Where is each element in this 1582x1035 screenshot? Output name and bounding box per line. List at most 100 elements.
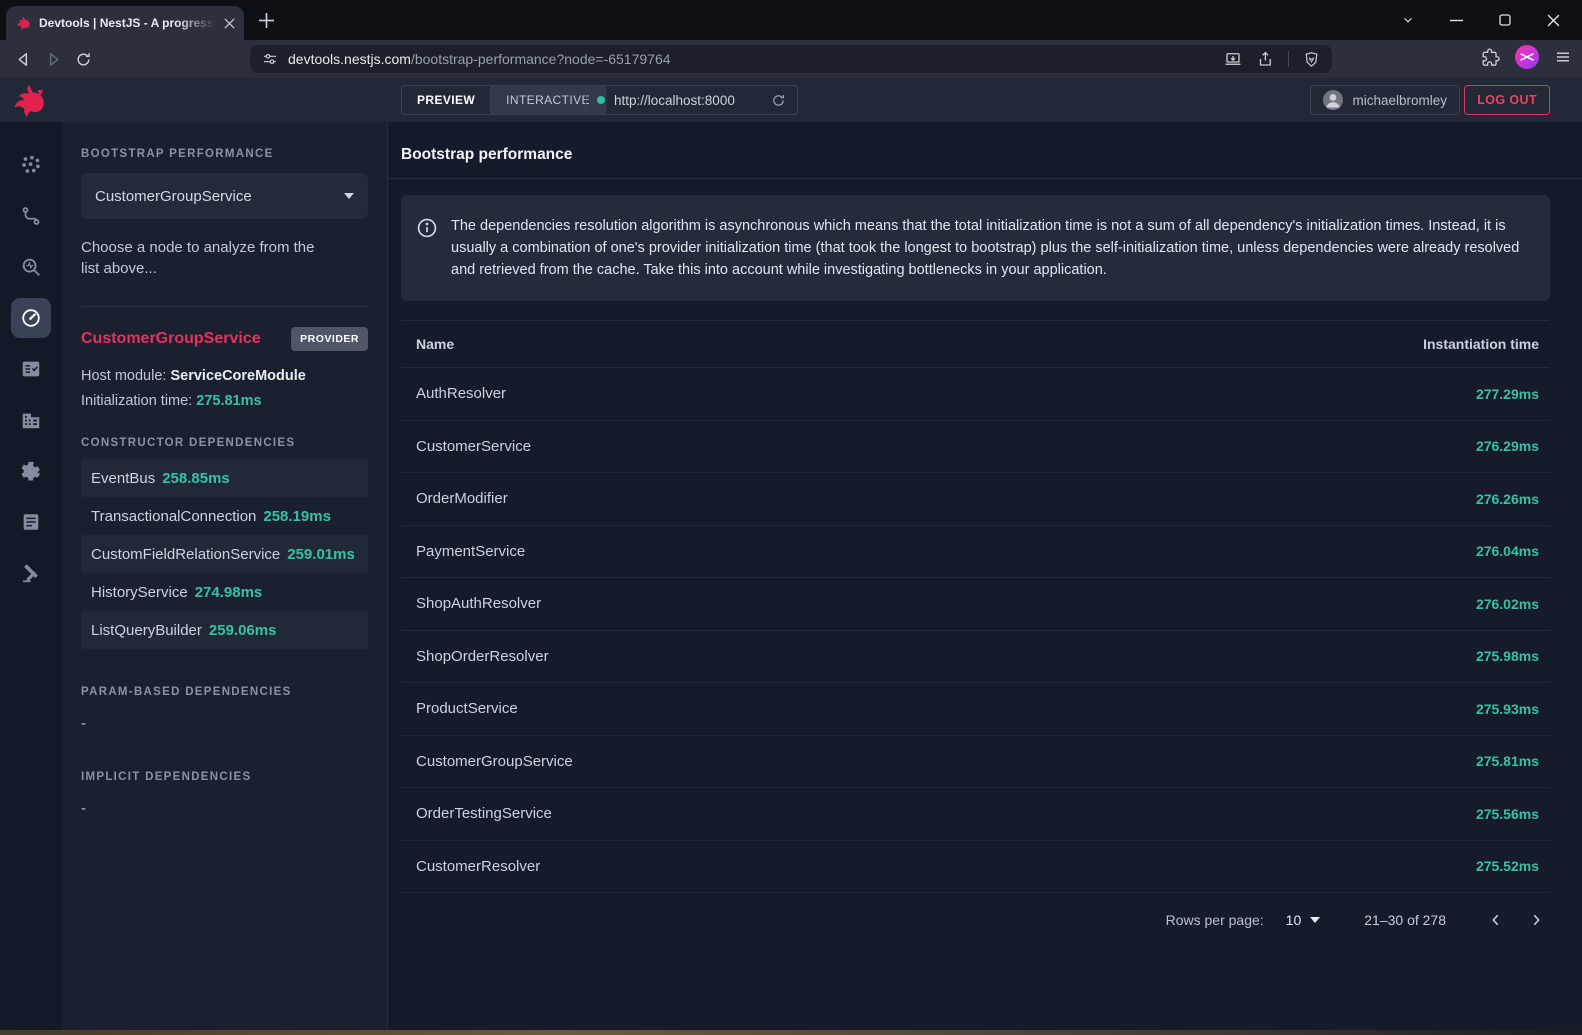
info-text: The dependencies resolution algorithm is… (451, 215, 1530, 281)
row-time: 276.04ms (1476, 543, 1539, 559)
row-time: 275.81ms (1476, 753, 1539, 769)
username: michaelbromley (1352, 93, 1447, 108)
back-button[interactable] (8, 44, 38, 74)
rows-per-page-select[interactable]: 10 (1286, 912, 1321, 928)
graph-nodes-icon (20, 154, 42, 176)
nestjs-logo (10, 82, 47, 119)
dependency-item[interactable]: ListQueryBuilder 259.06ms (81, 611, 368, 649)
toolbar-separator (1288, 51, 1289, 67)
provider-badge: PROVIDER (291, 327, 368, 351)
nestjs-favicon (15, 15, 31, 31)
url-domain: devtools.nestjs.com (288, 51, 411, 67)
dependency-item[interactable]: EventBus 258.85ms (81, 459, 368, 497)
chevron-down-icon (344, 193, 354, 199)
preview-tab[interactable]: PREVIEW (402, 86, 490, 114)
reload-button[interactable] (68, 44, 98, 74)
target-url-value: http://localhost:8000 (614, 93, 735, 108)
row-name: CustomerGroupService (416, 753, 573, 770)
address-bar[interactable]: devtools.nestjs.com/bootstrap-performanc… (250, 45, 1332, 73)
sidebar-item-settings[interactable] (11, 451, 51, 491)
row-name: OrderModifier (416, 490, 508, 507)
row-time: 277.29ms (1476, 386, 1539, 402)
refresh-target-icon[interactable] (771, 93, 786, 108)
sidebar-item-inspector[interactable] (11, 247, 51, 287)
info-icon (416, 217, 438, 281)
info-callout: The dependencies resolution algorithm is… (401, 195, 1550, 301)
site-settings-icon[interactable] (262, 51, 278, 67)
sidebar-item-routes[interactable] (11, 196, 51, 236)
row-name: CustomerResolver (416, 858, 540, 875)
table-row: OrderModifier 276.26ms (401, 473, 1550, 526)
window-close-button[interactable] (1540, 6, 1568, 34)
dependency-name: TransactionalConnection (91, 508, 256, 525)
app-header: PREVIEW INTERACTIVE http://localhost:800… (0, 78, 1582, 122)
browser-tab[interactable]: Devtools | NestJS - A progressive (6, 6, 244, 40)
gavel-tools-icon (20, 562, 42, 584)
extensions-icon[interactable] (1481, 48, 1500, 67)
row-name: ProductService (416, 700, 518, 717)
selected-node-name: CustomerGroupService (81, 330, 261, 348)
sidebar-item-bootstrap-performance[interactable] (11, 298, 51, 338)
routes-icon (20, 205, 42, 227)
sidebar-item-modules[interactable] (11, 400, 51, 440)
constructor-deps-list: EventBus 258.85ms TransactionalConnectio… (81, 459, 368, 649)
sidebar-item-audit[interactable] (11, 349, 51, 389)
next-page-button[interactable] (1522, 906, 1550, 934)
window-minimize-button[interactable] (1443, 6, 1471, 34)
share-icon[interactable] (1256, 50, 1274, 68)
title-divider (388, 178, 1582, 179)
table-row: CustomerService 276.29ms (401, 421, 1550, 474)
rows-per-page-label: Rows per page: (1166, 912, 1264, 928)
dependency-item[interactable]: HistoryService 274.98ms (81, 573, 368, 611)
chevron-down-icon (1310, 917, 1320, 923)
tab-close-icon[interactable] (224, 18, 235, 29)
row-time: 276.26ms (1476, 491, 1539, 507)
init-time-label: Initialization time: (81, 393, 192, 409)
dependency-item[interactable]: TransactionalConnection 258.19ms (81, 497, 368, 535)
node-select[interactable]: CustomerGroupService (81, 173, 368, 219)
table-row: ShopAuthResolver 276.02ms (401, 578, 1550, 631)
row-time: 276.29ms (1476, 438, 1539, 454)
previous-page-button[interactable] (1482, 906, 1510, 934)
dependency-name: ListQueryBuilder (91, 622, 202, 639)
column-instantiation-time: Instantiation time (1423, 336, 1539, 352)
rows-per-page-value: 10 (1286, 912, 1302, 928)
nav-rail (0, 122, 62, 1030)
connection-status-dot (597, 96, 605, 104)
user-chip[interactable]: michaelbromley (1310, 85, 1460, 115)
host-module-label: Host module: (81, 368, 166, 384)
send-to-device-icon[interactable] (1224, 50, 1242, 68)
page-title: Bootstrap performance (401, 146, 1550, 164)
sidebar-item-graph[interactable] (11, 145, 51, 185)
dependency-time: 258.19ms (263, 508, 331, 525)
browser-profile-avatar[interactable] (1515, 45, 1539, 69)
dependency-item[interactable]: CustomFieldRelationService 259.01ms (81, 535, 368, 573)
browser-menu-icon[interactable] (1554, 48, 1572, 66)
mode-toggle: PREVIEW INTERACTIVE (401, 85, 606, 115)
bootstrap-performance-panel: BOOTSTRAP PERFORMANCE CustomerGroupServi… (62, 122, 388, 1030)
sidebar-item-tools[interactable] (11, 553, 51, 593)
table-row: AuthResolver 277.29ms (401, 368, 1550, 421)
dependency-time: 258.85ms (162, 470, 230, 487)
panel-section-title: BOOTSTRAP PERFORMANCE (81, 148, 368, 160)
host-module-value: ServiceCoreModule (170, 368, 305, 384)
log-out-button[interactable]: LOG OUT (1464, 85, 1550, 115)
table-row: ProductService 275.93ms (401, 683, 1550, 736)
init-time-value: 275.81ms (196, 393, 261, 409)
column-name: Name (416, 336, 454, 352)
row-time: 275.52ms (1476, 858, 1539, 874)
forward-button[interactable] (38, 44, 68, 74)
row-name: ShopAuthResolver (416, 595, 541, 612)
target-url-input[interactable]: http://localhost:8000 (585, 85, 798, 115)
param-deps-title: PARAM-BASED DEPENDENCIES (81, 686, 368, 698)
new-tab-button[interactable] (254, 8, 278, 32)
dependency-time: 259.01ms (287, 546, 355, 563)
pagination-bar: Rows per page: 10 21–30 of 278 (401, 893, 1550, 947)
table-row: CustomerGroupService 275.81ms (401, 736, 1550, 789)
table-row: CustomerResolver 275.52ms (401, 841, 1550, 894)
tab-search-icon[interactable] (1394, 6, 1422, 34)
window-maximize-button[interactable] (1491, 6, 1519, 34)
brave-shields-icon[interactable] (1303, 51, 1320, 68)
pagination-range: 21–30 of 278 (1364, 912, 1446, 928)
sidebar-item-logs[interactable] (11, 502, 51, 542)
